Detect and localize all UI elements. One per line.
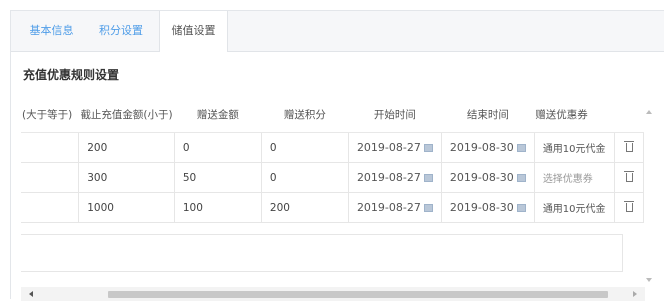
table-empty-area — [21, 234, 623, 272]
gift-points-cell[interactable]: 200 — [260, 192, 349, 223]
start-amount-cell[interactable] — [21, 162, 80, 193]
tab-stored-value-settings[interactable]: 储值设置 — [159, 11, 228, 52]
trash-icon[interactable] — [623, 140, 634, 152]
coupon-placeholder: 选择优惠券 — [542, 174, 593, 185]
calendar-icon[interactable] — [423, 173, 433, 182]
gift-points-cell[interactable]: 0 — [260, 132, 349, 163]
scroll-up-icon[interactable] — [646, 110, 652, 114]
coupon-select[interactable]: 通用10元代金 — [533, 192, 615, 223]
start-date-value: 2019-08-27 — [356, 201, 421, 214]
col-header-end-amount: 截止充值金额(小于) — [78, 97, 175, 133]
section-title: 充值优惠规则设置 — [23, 68, 120, 82]
scroll-down-icon[interactable] — [646, 278, 652, 282]
gift-amount-cell[interactable]: 100 — [173, 192, 262, 223]
end-amount-cell[interactable]: 200 — [78, 132, 175, 163]
calendar-icon[interactable] — [516, 143, 526, 152]
scroll-left-icon[interactable] — [29, 291, 33, 297]
end-date-value: 2019-08-30 — [449, 141, 514, 154]
start-amount-cell[interactable] — [21, 132, 80, 163]
col-header-end-date: 结束时间 — [441, 97, 535, 133]
trash-icon[interactable] — [623, 200, 634, 212]
coupon-select[interactable]: 通用10元代金 — [533, 132, 615, 163]
gift-amount-cell[interactable]: 50 — [173, 162, 262, 193]
calendar-icon[interactable] — [423, 143, 433, 152]
col-header-coupon: 赠送优惠券 — [534, 97, 615, 133]
end-date-cell[interactable]: 2019-08-30 — [440, 162, 535, 193]
end-date-cell[interactable]: 2019-08-30 — [440, 192, 535, 223]
col-header-gift-amount: 赠送金额 — [174, 97, 262, 133]
start-date-cell[interactable]: 2019-08-27 — [347, 192, 442, 223]
vertical-scrollbar[interactable] — [645, 107, 654, 284]
col-header-start-date: 开始时间 — [348, 97, 442, 133]
coupon-value: 通用10元代金 — [542, 144, 606, 155]
table-row: 200 0 0 2019-08-27 2019-08-30 通用10元代金 — [21, 132, 644, 163]
trash-icon[interactable] — [623, 170, 634, 182]
horizontal-scroll-thumb[interactable] — [108, 291, 608, 298]
col-header-actions — [614, 97, 644, 133]
delete-cell — [613, 162, 644, 193]
rules-table-viewport: (大于等于) 截止充值金额(小于) 赠送金额 赠送积分 开始时间 结束时间 赠送… — [21, 97, 644, 287]
start-amount-cell[interactable] — [21, 192, 80, 223]
delete-cell — [613, 132, 644, 163]
delete-cell — [613, 192, 644, 223]
end-date-value: 2019-08-30 — [449, 171, 514, 184]
calendar-icon[interactable] — [516, 173, 526, 182]
col-header-start-amount: (大于等于) — [21, 97, 79, 133]
end-date-cell[interactable]: 2019-08-30 — [440, 132, 535, 163]
coupon-select[interactable]: 选择优惠券 — [533, 162, 615, 193]
calendar-icon[interactable] — [516, 203, 526, 212]
start-date-cell[interactable]: 2019-08-27 — [347, 132, 442, 163]
end-date-value: 2019-08-30 — [449, 201, 514, 214]
gift-amount-cell[interactable]: 0 — [173, 132, 262, 163]
table-row: 1000 100 200 2019-08-27 2019-08-30 通用10元… — [21, 192, 644, 223]
recharge-rules-table: (大于等于) 截止充值金额(小于) 赠送金额 赠送积分 开始时间 结束时间 赠送… — [21, 97, 644, 223]
end-amount-cell[interactable]: 300 — [78, 162, 175, 193]
col-header-gift-points: 赠送积分 — [261, 97, 349, 133]
gift-points-cell[interactable]: 0 — [260, 162, 349, 193]
scroll-right-icon[interactable] — [633, 291, 637, 297]
table-row: 300 50 0 2019-08-27 2019-08-30 选择优惠券 — [21, 162, 644, 193]
table-header-row: (大于等于) 截止充值金额(小于) 赠送金额 赠送积分 开始时间 结束时间 赠送… — [21, 97, 644, 133]
end-amount-cell[interactable]: 1000 — [78, 192, 175, 223]
calendar-icon[interactable] — [423, 203, 433, 212]
tab-points-settings[interactable]: 积分设置 — [91, 11, 151, 51]
coupon-value: 通用10元代金 — [542, 204, 606, 215]
tab-bar: 基本信息 积分设置 储值设置 — [11, 11, 664, 52]
start-date-cell[interactable]: 2019-08-27 — [347, 162, 442, 193]
tab-basic-info[interactable]: 基本信息 — [23, 11, 80, 51]
settings-panel: 基本信息 积分设置 储值设置 充值优惠规则设置 (大于等于) 截止充值金额(小于… — [10, 10, 664, 301]
start-date-value: 2019-08-27 — [356, 141, 421, 154]
start-date-value: 2019-08-27 — [356, 171, 421, 184]
